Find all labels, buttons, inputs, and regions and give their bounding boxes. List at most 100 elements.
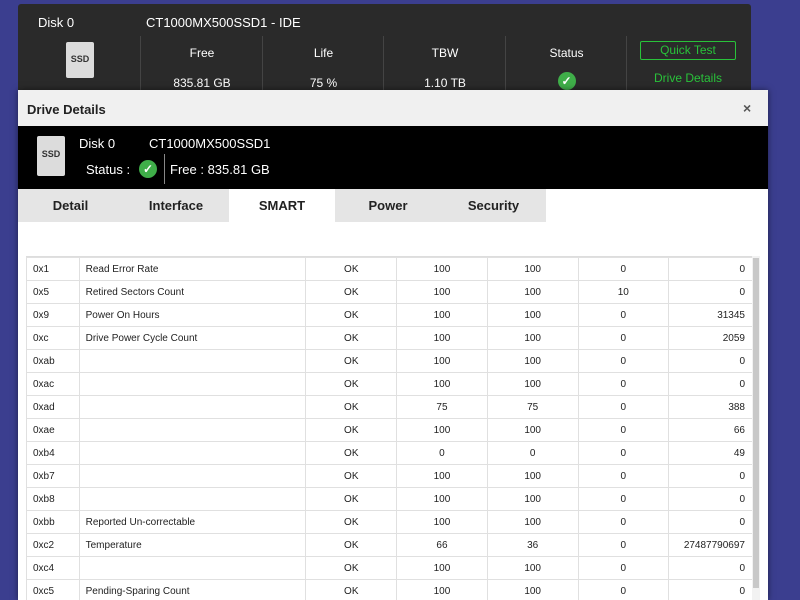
dialog-title: Drive Details xyxy=(27,102,106,117)
smart-table-container: 0x1 Read Error Rate OK 100 100 0 0 0x5 Retired S… xyxy=(26,256,760,600)
attribute-worst: 100 xyxy=(486,280,579,304)
attribute-raw: 66 xyxy=(668,418,760,442)
attribute-raw: 2059 xyxy=(668,326,760,350)
table-row[interactable]: 0xac OK 100 100 0 0 xyxy=(26,372,760,396)
attribute-name xyxy=(78,372,307,396)
attribute-id: 0xad xyxy=(26,395,80,419)
attribute-raw: 0 xyxy=(668,349,760,373)
table-row[interactable]: 0xad OK 75 75 0 388 xyxy=(26,395,760,419)
attribute-current: 100 xyxy=(396,372,488,396)
life-value: 75 % xyxy=(309,76,338,90)
table-row[interactable]: 0xb8 OK 100 100 0 0 xyxy=(26,487,760,511)
ssd-icon: SSD xyxy=(37,136,65,176)
table-row[interactable]: 0xb4 OK 0 0 0 49 xyxy=(26,441,760,465)
drive-info-panel: SSD Disk 0 CT1000MX500SSD1 Status : ✓ Fr… xyxy=(18,126,768,189)
attribute-threshold: 0 xyxy=(577,372,670,396)
status-label: Status : xyxy=(86,162,131,177)
attribute-current: 100 xyxy=(396,280,488,304)
attribute-threshold: 0 xyxy=(577,303,670,327)
attribute-name: Retired Sectors Count xyxy=(78,280,307,304)
attribute-current: 75 xyxy=(396,395,488,419)
table-row[interactable]: 0xb7 OK 100 100 0 0 xyxy=(26,464,760,488)
attribute-worst: 0 xyxy=(486,441,579,465)
scrollbar-thumb[interactable] xyxy=(753,258,759,588)
attribute-threshold: 10 xyxy=(577,280,670,304)
table-row[interactable]: 0xc5 Pending-Sparing Count OK 100 100 0 0 xyxy=(26,579,760,600)
tab-power[interactable]: Power xyxy=(335,189,441,222)
attribute-worst: 100 xyxy=(486,556,579,580)
attribute-current: 100 xyxy=(396,464,488,488)
attribute-threshold: 0 xyxy=(577,326,670,350)
attribute-worst: 100 xyxy=(486,349,579,373)
attribute-name: Read Error Rate xyxy=(78,257,307,281)
table-row[interactable]: 0xab OK 100 100 0 0 xyxy=(26,349,760,373)
attribute-raw: 0 xyxy=(668,280,760,304)
tab-interface[interactable]: Interface xyxy=(123,189,229,222)
attribute-worst: 100 xyxy=(486,487,579,511)
attribute-worst: 100 xyxy=(486,257,579,281)
attribute-worst: 75 xyxy=(486,395,579,419)
attribute-id: 0xab xyxy=(26,349,80,373)
attribute-name: Drive Power Cycle Count xyxy=(78,326,307,350)
attribute-raw: 49 xyxy=(668,441,760,465)
status-label: Status xyxy=(549,46,584,60)
table-row[interactable]: 0xc2 Temperature OK 66 36 0 27487790697 xyxy=(26,533,760,557)
close-icon[interactable]: × xyxy=(743,100,751,116)
table-row[interactable]: 0xbb Reported Un-correctable OK 100 100 0 0 xyxy=(26,510,760,534)
attribute-current: 100 xyxy=(396,326,488,350)
tbw-label: TBW xyxy=(431,46,459,60)
table-row[interactable]: 0x1 Read Error Rate OK 100 100 0 0 xyxy=(26,257,760,281)
divider xyxy=(164,154,165,184)
smart-table: 0x1 Read Error Rate OK 100 100 0 0 0x5 Retired S… xyxy=(26,257,760,600)
attribute-current: 100 xyxy=(396,556,488,580)
attribute-current: 100 xyxy=(396,349,488,373)
attribute-status: OK xyxy=(305,418,398,442)
attribute-id: 0xc5 xyxy=(26,579,80,600)
attribute-status: OK xyxy=(305,349,398,373)
attribute-name xyxy=(78,487,307,511)
tab-smart[interactable]: SMART xyxy=(229,189,335,222)
attribute-worst: 100 xyxy=(486,579,579,600)
attribute-threshold: 0 xyxy=(577,349,670,373)
table-row[interactable]: 0x9 Power On Hours OK 100 100 0 31345 xyxy=(26,303,760,327)
table-row[interactable]: 0xc Drive Power Cycle Count OK 100 100 0 2059 xyxy=(26,326,760,350)
status-ok-icon: ✓ xyxy=(139,160,157,178)
attribute-id: 0xb7 xyxy=(26,464,80,488)
attribute-name xyxy=(78,556,307,580)
attribute-worst: 36 xyxy=(486,533,579,557)
quick-test-button[interactable]: Quick Test xyxy=(640,41,736,60)
attribute-id: 0xbb xyxy=(26,510,80,534)
attribute-threshold: 0 xyxy=(577,418,670,442)
disk-label: Disk 0 xyxy=(79,136,116,151)
attribute-threshold: 0 xyxy=(577,464,670,488)
attribute-worst: 100 xyxy=(486,510,579,534)
tab-detail[interactable]: Detail xyxy=(18,189,123,222)
life-column: Life 75 % xyxy=(262,36,384,96)
attribute-name xyxy=(78,464,307,488)
attribute-status: OK xyxy=(305,533,398,557)
drive-model: CT1000MX500SSD1 - IDE xyxy=(146,15,301,30)
scrollbar[interactable] xyxy=(752,256,760,600)
attribute-status: OK xyxy=(305,395,398,419)
attribute-id: 0x5 xyxy=(26,280,80,304)
attribute-name: Pending-Sparing Count xyxy=(78,579,307,600)
attribute-raw: 0 xyxy=(668,487,760,511)
attribute-worst: 100 xyxy=(486,372,579,396)
status-ok-icon: ✓ xyxy=(557,72,576,90)
attribute-threshold: 0 xyxy=(577,533,670,557)
free-column: Free 835.81 GB xyxy=(140,36,263,96)
attribute-threshold: 0 xyxy=(577,395,670,419)
tab-security[interactable]: Security xyxy=(441,189,546,222)
drive-details-link[interactable]: Drive Details xyxy=(640,71,736,85)
attribute-current: 100 xyxy=(396,303,488,327)
table-row[interactable]: 0x5 Retired Sectors Count OK 100 100 10 0 xyxy=(26,280,760,304)
attribute-name xyxy=(78,349,307,373)
attribute-worst: 100 xyxy=(486,418,579,442)
attribute-id: 0xb8 xyxy=(26,487,80,511)
table-row[interactable]: 0xae OK 100 100 0 66 xyxy=(26,418,760,442)
attribute-raw: 0 xyxy=(668,257,760,281)
status-column: Status ✓ xyxy=(505,36,627,96)
attribute-id: 0xc xyxy=(26,326,80,350)
table-row[interactable]: 0xc4 OK 100 100 0 0 xyxy=(26,556,760,580)
attribute-current: 100 xyxy=(396,257,488,281)
